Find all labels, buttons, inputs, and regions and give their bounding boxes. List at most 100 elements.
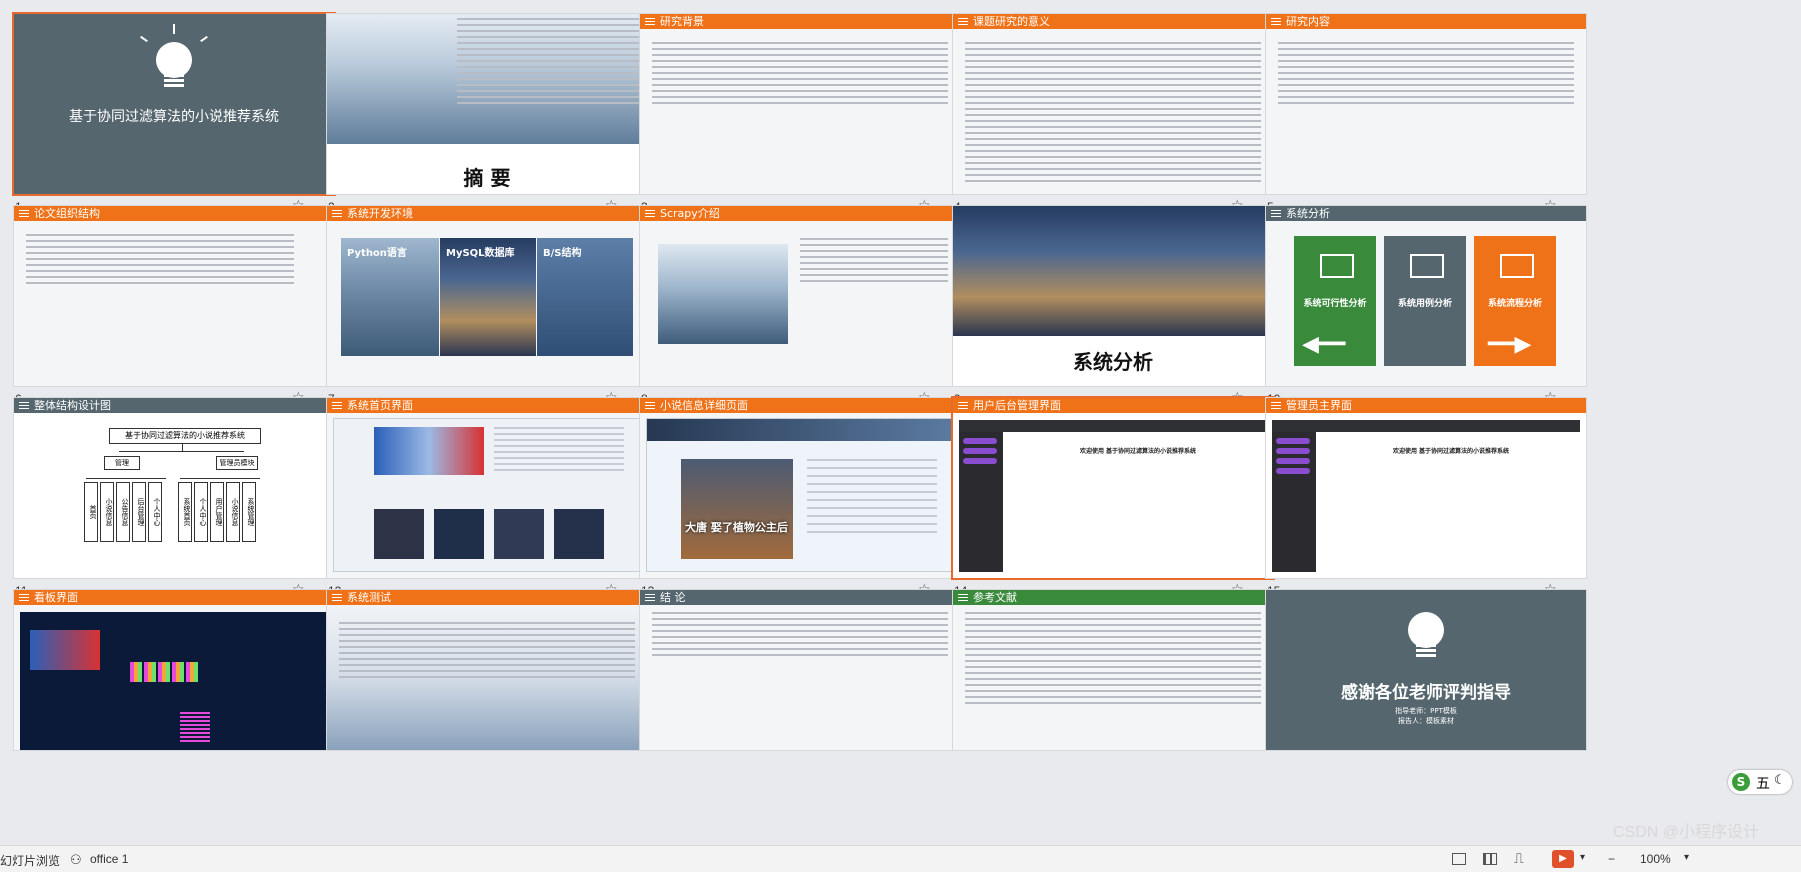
slide-sorter-grid: 基于协同过滤算法的小说推荐系统 1 ☆ 摘 要 2 ☆ 研究背景 3 ☆ 课题研… [0,0,1801,845]
slide-20-title: 感谢各位老师评判指导 [1341,683,1511,703]
slide-header: 系统分析 [1266,206,1586,221]
slide-thumbnail-20[interactable]: 感谢各位老师评判指导 指导老师：PPT模板 报告人：模板素材 [1252,576,1586,781]
chevron-down-icon[interactable]: ▾ [1684,852,1689,863]
homepage-screenshot [333,418,641,572]
slide-16-title: 看板界面 [34,591,78,604]
slide-header: Scrapy介绍 [640,206,960,221]
tree-leaf-node: 小说信息 [226,482,240,542]
usecase-box: 系统用例分析 [1384,236,1466,366]
slide-header: 参考文献 [953,590,1273,605]
theme-label[interactable]: office 1 [90,852,128,866]
slide-10-title: 系统分析 [1286,207,1330,220]
tree-leaf-node: 小说信息 [100,482,114,542]
book-cover-image: 大唐 娶了植物公主后 [681,459,793,559]
pavilion-image [658,244,788,344]
admin-sidebar [959,432,1003,572]
tree-node-left: 管理 [104,456,140,470]
status-bar: 幻灯片浏览 ⚇ office 1 ⎍ ▶ ▾ − 100% ▾ CSDN @小程… [0,824,1801,872]
tree-leaf-node: 系统管理 [242,482,256,542]
arrow-left-icon: ◀━━ [1302,332,1346,357]
slide-thumbnail-9[interactable]: 系统分析 9 ☆ [939,192,1273,406]
slide-15-title: 管理员主界面 [1286,399,1352,412]
ime-mode-label: 五 [1756,776,1770,792]
slide-thumbnail-18[interactable]: 结 论 [626,576,960,781]
slide-1-title: 基于协同过滤算法的小说推荐系统 [69,109,279,125]
zoom-out-icon[interactable]: − [1608,852,1615,866]
hearts-banner [374,427,484,475]
slide-19-title: 参考文献 [973,591,1017,604]
monitor-icon [1320,254,1354,278]
chevron-down-icon[interactable]: ▾ [1580,852,1585,863]
slide-header: 研究内容 [1266,14,1586,29]
tree-leaf-node: 系统首页 [178,482,192,542]
reading-view-icon[interactable]: ⎍ [1514,850,1524,867]
reporter-line: 报告人：模板素材 [1398,717,1454,725]
tree-leaf-node: 首页 [84,482,98,542]
slide-thumbnail-3[interactable]: 研究背景 3 ☆ [626,0,960,214]
slide-thumbnail-4[interactable]: 课题研究的意义 4 ☆ [939,0,1273,214]
tree-leaf-node: 后台管理 [132,482,146,542]
slide-4-title: 课题研究的意义 [973,15,1050,28]
box-label: 系统用例分析 [1397,299,1452,309]
slide-thumbnail-17[interactable]: 系统测试 [313,576,647,781]
slide-thumbnail-1[interactable]: 基于协同过滤算法的小说推荐系统 1 ☆ [0,0,334,214]
slide-thumbnail-5[interactable]: 研究内容 5 ☆ [1252,0,1586,214]
slide-thumbnail-19[interactable]: 参考文献 [939,576,1273,781]
ime-indicator[interactable]: S 五 ☾ [1728,770,1792,794]
slide-header: 用户后台管理界面 [953,398,1273,413]
slide-thumbnail-11[interactable]: 整体结构设计图 基于协同过滤算法的小说推荐系统 管理 管理员模块 首页 小说信息公… [0,384,334,598]
slide-thumbnail-15[interactable]: 管理员主界面 欢迎使用 基于协同过滤算法的小说推荐系统 15 ☆ [1252,384,1586,598]
slide-header: 系统首页界面 [327,398,647,413]
slide-thumbnail-8[interactable]: Scrapy介绍 8 ☆ [626,192,960,406]
slide-6-title: 论文组织结构 [34,207,100,220]
slide-thumbnail-6[interactable]: 论文组织结构 6 ☆ [0,192,334,406]
slide-header: 论文组织结构 [14,206,334,221]
slide-3-title: 研究背景 [660,15,704,28]
theme-icon: ⚇ [70,852,82,867]
welcome-text: 欢迎使用 基于协同过滤算法的小说推荐系统 [1392,448,1510,455]
slide-17-title: 系统测试 [347,591,391,604]
normal-view-icon[interactable] [1452,853,1466,865]
tree-leaf-node: 个人中心 [148,482,162,542]
watermark: CSDN @小程序设计 [1613,824,1760,841]
admin-sidebar [1272,432,1316,572]
slide-9-title: 系统分析 [1073,350,1153,374]
tree-node-right: 管理员模块 [216,456,258,470]
slide-sorter-view-icon[interactable] [1483,853,1497,865]
tree-leaf-node: 个人中心 [194,482,208,542]
slide-18-title: 结 论 [660,591,686,604]
monitor-bars-icon [1500,254,1534,278]
slide-14-title: 用户后台管理界面 [973,399,1061,412]
slide-header: 整体结构设计图 [14,398,334,413]
slide-11-title: 整体结构设计图 [34,399,111,412]
slide-5-title: 研究内容 [1286,15,1330,28]
slide-thumbnail-10[interactable]: 系统分析 系统可行性分析 ◀━━ 系统用例分析 系统流程分析 ━━▶ 10 ☆ [1252,192,1586,406]
slide-thumbnail-12[interactable]: 系统首页界面 12 ☆ [313,384,647,598]
slide-header: 研究背景 [640,14,960,29]
tile-label: MySQL数据库 [446,248,515,259]
tree-root-node: 基于协同过滤算法的小说推荐系统 [109,428,261,444]
box-label: 系统流程分析 [1487,299,1542,309]
sogou-icon: S [1732,773,1750,791]
slideshow-play-icon[interactable]: ▶ [1552,850,1574,868]
slide-thumbnail-7[interactable]: 系统开发环境 Python语言 MySQL数据库 B/S结构 7 ☆ [313,192,647,406]
monitor-chart-icon [1410,254,1444,278]
tree-leaf-node: 用户管理 [210,482,224,542]
tile-label: B/S结构 [543,248,582,259]
feasibility-box: 系统可行性分析 ◀━━ [1294,236,1376,366]
arrow-right-icon: ━━▶ [1488,332,1532,357]
slide-header: 管理员主界面 [1266,398,1586,413]
slide-7-title: 系统开发环境 [347,207,413,220]
zoom-level[interactable]: 100% [1640,852,1671,866]
welcome-text: 欢迎使用 基于协同过滤算法的小说推荐系统 [1079,448,1197,455]
view-mode-label: 幻灯片浏览 [0,854,61,868]
slide-8-title: Scrapy介绍 [660,207,720,220]
slide-thumbnail-2[interactable]: 摘 要 2 ☆ [313,0,647,214]
dashboard-screenshot [20,612,328,750]
slide-thumbnail-14[interactable]: 用户后台管理界面 欢迎使用 基于协同过滤算法的小说推荐系统 14 ☆ [939,384,1273,598]
slide-header: 课题研究的意义 [953,14,1273,29]
slide-thumbnail-16[interactable]: 看板界面 [0,576,334,781]
slide-thumbnail-13[interactable]: 小说信息详细页面 大唐 娶了植物公主后 13 ☆ [626,384,960,598]
tree-leaf-node: 公告信息 [116,482,130,542]
env-tile-mysql: MySQL数据库 [440,238,536,356]
